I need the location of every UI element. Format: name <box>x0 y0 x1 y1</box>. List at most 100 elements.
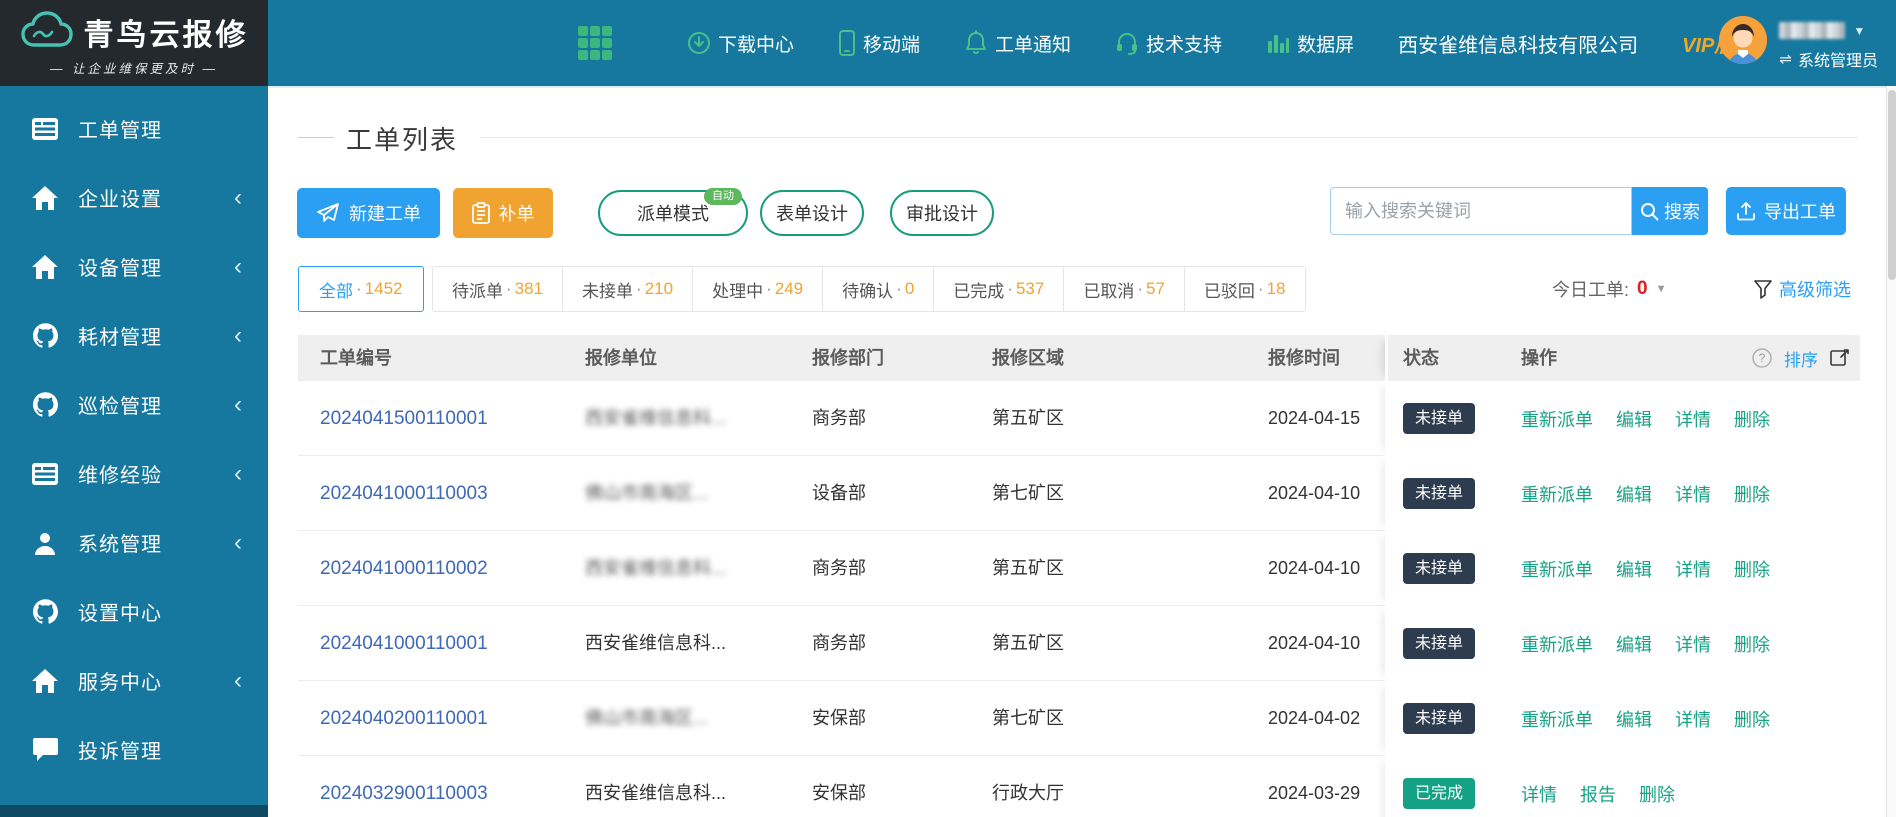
sidebar-item-system[interactable]: 系统管理 ‹ <box>0 508 268 577</box>
nav-mobile[interactable]: 移动端 <box>838 30 920 57</box>
action-delete[interactable]: 删除 <box>1734 481 1770 507</box>
sidebar-item-settings-center[interactable]: 设置中心 <box>0 577 268 646</box>
order-id-link[interactable]: 2024041000110002 <box>320 531 488 606</box>
filter-tab-not-accepted[interactable]: 未接单 · 210 <box>563 267 694 311</box>
sidebar-menu: 工单管理 企业设置 ‹ 设备管理 ‹ 耗材管理 ‹ 巡检管理 ‹ 维修经验 ‹ <box>0 86 268 817</box>
today-orders-label: 今日工单: <box>1552 280 1630 300</box>
nav-data-screen[interactable]: 数据屏 <box>1266 30 1354 57</box>
nav-tech-support[interactable]: 技术支持 <box>1115 30 1222 57</box>
action-detail[interactable]: 详情 <box>1675 556 1711 582</box>
action-delete[interactable]: 删除 <box>1734 406 1770 432</box>
avatar[interactable] <box>1719 16 1768 64</box>
switch-role-icon[interactable]: ⇌ <box>1779 50 1792 68</box>
new-order-button[interactable]: 新建工单 <box>297 188 440 238</box>
search-input[interactable] <box>1330 187 1632 235</box>
repair-dept-cell: 安保部 <box>812 708 866 728</box>
filter-tab-rejected[interactable]: 已驳回 · 18 <box>1185 267 1305 311</box>
action-edit[interactable]: 编辑 <box>1616 481 1652 507</box>
action-edit[interactable]: 编辑 <box>1616 556 1652 582</box>
row-fixed-panel: 未接单 重新派单 编辑 详情 删除 <box>1385 381 1860 456</box>
edit-sort-icon[interactable] <box>1830 348 1850 368</box>
action-report[interactable]: 报告 <box>1580 781 1616 807</box>
user-icon <box>32 530 58 556</box>
dispatch-mode-button[interactable]: 派单模式 自动 <box>598 188 748 236</box>
filter-tab-group: 待派单 · 381 未接单 · 210 处理中 · 249 待确认 · 0 已完成 · 537 已取… <box>432 266 1306 312</box>
action-redispatch[interactable]: 重新派单 <box>1521 706 1593 732</box>
user-name-blurred <box>1779 22 1846 39</box>
chevron-down-icon[interactable]: ▼ <box>1656 283 1667 295</box>
app-logo: 青鸟云报修 — 让企业维保更及时 — <box>0 0 268 86</box>
action-edit[interactable]: 编辑 <box>1616 706 1652 732</box>
user-role: 系统管理员 <box>1797 53 1878 70</box>
apps-grid-icon[interactable] <box>578 26 612 60</box>
order-id-link[interactable]: 2024041000110001 <box>320 606 488 681</box>
filter-tab-pending-confirm[interactable]: 待确认 · 0 <box>823 267 935 311</box>
repair-dept-cell: 安保部 <box>812 783 866 803</box>
action-redispatch[interactable]: 重新派单 <box>1521 481 1593 507</box>
sidebar-item-enterprise-settings[interactable]: 企业设置 ‹ <box>0 163 268 232</box>
filter-tab-all[interactable]: 全部 · 1452 <box>298 266 424 312</box>
sidebar-item-consumables[interactable]: 耗材管理 ‹ <box>0 301 268 370</box>
form-design-label: 表单设计 <box>776 204 848 224</box>
advanced-filter[interactable]: 高级筛选 <box>1754 266 1851 312</box>
action-detail[interactable]: 详情 <box>1675 631 1711 657</box>
sidebar-item-label: 服务中心 <box>78 672 162 694</box>
repair-unit-cell: 西安雀维信息科... <box>585 783 727 803</box>
repair-dept-cell: 设备部 <box>812 483 866 503</box>
scrollbar-thumb[interactable] <box>1888 90 1896 280</box>
repair-unit-cell: 佛山市南海区... <box>585 483 709 503</box>
form-design-button[interactable]: 表单设计 <box>760 190 864 236</box>
action-detail[interactable]: 详情 <box>1675 706 1711 732</box>
order-id-link[interactable]: 2024040200110001 <box>320 681 488 756</box>
row-fixed-panel: 已完成 详情 报告 删除 <box>1385 756 1860 817</box>
sidebar-item-inspection[interactable]: 巡检管理 ‹ <box>0 370 268 439</box>
action-detail[interactable]: 详情 <box>1675 406 1711 432</box>
repair-dept-cell: 商务部 <box>812 408 866 428</box>
nav-download-center[interactable]: 下载中心 <box>687 30 794 57</box>
action-detail[interactable]: 详情 <box>1675 481 1711 507</box>
repair-area-cell: 第五矿区 <box>992 633 1064 653</box>
sidebar-item-complaints[interactable]: 投诉管理 <box>0 715 268 784</box>
github-icon <box>32 323 58 349</box>
nav-order-notify[interactable]: 工单通知 <box>964 30 1071 57</box>
action-edit[interactable]: 编辑 <box>1616 406 1652 432</box>
row-fixed-panel: 未接单 重新派单 编辑 详情 删除 <box>1385 606 1860 681</box>
filter-tab-cancelled[interactable]: 已取消 · 57 <box>1064 267 1185 311</box>
action-detail[interactable]: 详情 <box>1521 781 1557 807</box>
action-redispatch[interactable]: 重新派单 <box>1521 556 1593 582</box>
chevron-down-icon[interactable]: ▼ <box>1853 24 1865 38</box>
sidebar-item-label: 企业设置 <box>78 189 162 211</box>
sort-link[interactable]: 排序 <box>1784 346 1818 371</box>
order-id-link[interactable]: 2024041500110001 <box>320 381 488 456</box>
search-button[interactable]: 搜索 <box>1632 187 1708 235</box>
action-delete[interactable]: 删除 <box>1734 631 1770 657</box>
sidebar-item-work-orders[interactable]: 工单管理 <box>0 94 268 163</box>
action-delete[interactable]: 删除 <box>1734 556 1770 582</box>
action-delete[interactable]: 删除 <box>1734 706 1770 732</box>
sidebar-item-label: 投诉管理 <box>78 741 162 763</box>
action-redispatch[interactable]: 重新派单 <box>1521 406 1593 432</box>
order-id-link[interactable]: 2024041000110003 <box>320 456 488 531</box>
sidebar-item-equipment[interactable]: 设备管理 ‹ <box>0 232 268 301</box>
vertical-scrollbar[interactable] <box>1886 86 1896 817</box>
brand-tagline: — 让企业维保更及时 — <box>50 61 218 76</box>
export-orders-button[interactable]: 导出工单 <box>1726 187 1846 235</box>
sidebar-item-service-center[interactable]: 服务中心 ‹ <box>0 646 268 715</box>
help-icon[interactable]: ? <box>1752 348 1772 368</box>
header-divider <box>268 86 1896 88</box>
action-redispatch[interactable]: 重新派单 <box>1521 631 1593 657</box>
title-rule-line <box>480 137 1858 138</box>
col-repair-time: 报修时间 <box>1268 348 1340 368</box>
order-id-link[interactable]: 2024032900110003 <box>320 756 488 817</box>
filter-tab-processing[interactable]: 处理中 · 249 <box>693 267 824 311</box>
action-delete[interactable]: 删除 <box>1639 781 1675 807</box>
filter-tab-completed[interactable]: 已完成 · 537 <box>934 267 1065 311</box>
filter-tab-pending-dispatch[interactable]: 待派单 · 381 <box>433 267 564 311</box>
supplement-order-button[interactable]: 补单 <box>453 188 553 238</box>
sidebar-item-repair-experience[interactable]: 维修经验 ‹ <box>0 439 268 508</box>
sidebar-item-label: 系统管理 <box>78 534 162 556</box>
user-account-area[interactable]: ▼ ⇌ 系统管理员 <box>1719 12 1878 71</box>
approval-design-button[interactable]: 审批设计 <box>890 190 994 236</box>
action-edit[interactable]: 编辑 <box>1616 631 1652 657</box>
headset-icon <box>1115 31 1139 55</box>
